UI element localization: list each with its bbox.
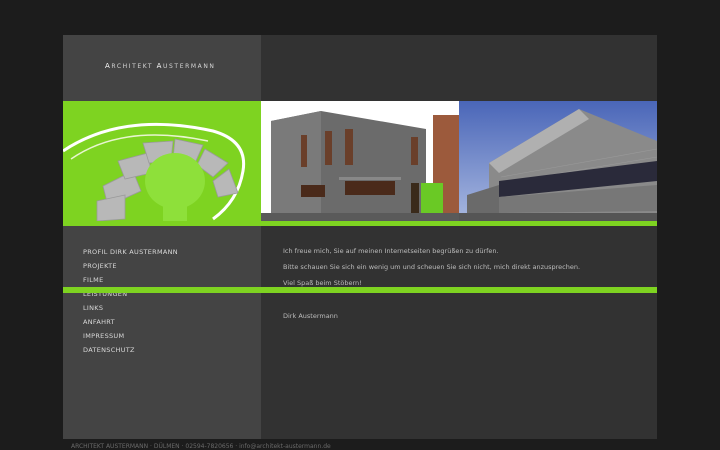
signature: Dirk Austermann [283, 312, 338, 320]
logo-word: RCHITEKT [111, 63, 154, 70]
header-banner [63, 101, 657, 293]
accent-strip [63, 287, 657, 293]
logo-word: USTERMANN [163, 63, 216, 70]
staircase-image [63, 101, 261, 221]
intro-text: Bitte schauen Sie sich ein wenig um und … [283, 263, 581, 271]
sidebar: ARCHITEKT AUSTERMANN PROFIL DIRK AUSTERM… [63, 35, 261, 439]
footer-text: ARCHITEKT AUSTERMANN · DÜLMEN · 02594-78… [71, 443, 331, 450]
page-container: ARCHITEKT AUSTERMANN PROFIL DIRK AUSTERM… [63, 35, 657, 439]
house-image [261, 101, 459, 221]
nav-item-datenschutz[interactable]: DATENSCHUTZ [83, 343, 178, 357]
office-building-image [459, 101, 657, 221]
nav-item-links[interactable]: LINKS [83, 301, 178, 315]
nav-item-projekte[interactable]: PROJEKTE [83, 259, 178, 273]
nav-item-anfahrt[interactable]: ANFAHRT [83, 315, 178, 329]
welcome-text: Ich freue mich, Sie auf meinen Internets… [283, 247, 499, 255]
main-navigation: PROFIL DIRK AUSTERMANN PROJEKTE FILME LE… [83, 245, 178, 357]
closing-text: Viel Spaß beim Stöbern! [283, 279, 362, 287]
site-logo[interactable]: ARCHITEKT AUSTERMANN [105, 62, 216, 70]
nav-item-filme[interactable]: FILME [83, 273, 178, 287]
footer: ARCHITEKT AUSTERMANN · DÜLMEN · 02594-78… [71, 443, 334, 450]
nav-item-impressum[interactable]: IMPRESSUM [83, 329, 178, 343]
nav-item-profil[interactable]: PROFIL DIRK AUSTERMANN [83, 245, 178, 259]
